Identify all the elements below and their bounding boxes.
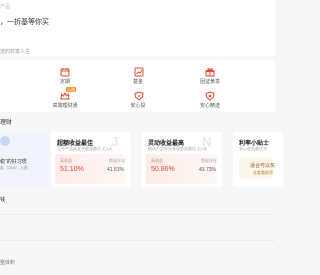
page-slogan: ，一折基等你买 (0, 19, 49, 26)
service-label[interactable]: 定期 (60, 78, 70, 85)
divider (0, 214, 275, 215)
left-value: 51.10% (60, 166, 84, 173)
crown-icon[interactable] (58, 91, 71, 101)
product-card-excess-return[interactable]: J 超额收益最佳 至今产品成长中收益最佳 近1天 高收益 51.10% 数据年化… (51, 132, 130, 187)
page-header: 产品 ，一折基等你买 选的财富人生 (0, 0, 275, 56)
card-subtitle: 精选产品年化表现收益最佳 近1年 (148, 146, 208, 151)
shield-icon[interactable] (132, 91, 145, 101)
breadcrumb: 产品 (0, 4, 11, 10)
right-value: 43.73% (199, 167, 216, 173)
card-subtitle: 安心收益最优秀 (239, 146, 267, 151)
left-value: 50.86% (151, 166, 175, 173)
card-line: 稳"的好习惯 (0, 159, 27, 165)
wealth-section-title: 理财 (0, 120, 13, 126)
right-label: 数据年化 (109, 158, 125, 163)
new-badge: 入选 (66, 87, 76, 92)
right-value: 41.51% (107, 167, 124, 173)
service-label[interactable]: 基金 (133, 78, 143, 85)
product-card-flexible-return[interactable]: N 灵动收益最高 精选产品年化表现收益最佳 近1年 高收益 50.86% 数据年… (142, 132, 222, 187)
lower-section-title: 钱 (0, 197, 6, 203)
heart-shield-icon[interactable] (203, 91, 216, 101)
product-card-tips[interactable]: 利率小贴士 安心收益最优秀 适合可以买 去看看推荐 (233, 132, 283, 187)
divider (0, 240, 275, 241)
card-subtitle: 至今产品成长中收益最佳 近1天 (57, 146, 113, 151)
service-label[interactable]: 固证黄享 (200, 78, 220, 85)
service-label[interactable]: 安心投 (130, 102, 145, 109)
gift-icon[interactable] (203, 67, 216, 77)
service-label[interactable]: 高端理财通 (52, 102, 77, 109)
service-label[interactable]: 安心精选 (200, 102, 220, 109)
tips-line: 适合可以买 (250, 163, 276, 169)
left-label: 高收益 (60, 158, 72, 163)
right-label: 数据年化 (201, 158, 217, 163)
card-line: 起（Q08）入图 (0, 165, 28, 170)
calendar-icon[interactable] (58, 67, 71, 77)
bottom-text: 整体积 (0, 260, 16, 266)
tips-line: 去看看推荐 (253, 170, 273, 175)
card-illustration-icon (0, 136, 10, 146)
product-card[interactable]: 稳"的好习惯 起（Q08）入图 (0, 132, 49, 187)
service-grid: 定期 基金 固证黄享 入选 高端理财通 安心投 安心精选 (0, 60, 275, 112)
section-title: 选的财富人生 (0, 49, 31, 55)
fund-icon[interactable] (132, 67, 145, 77)
left-label: 高收益 (151, 158, 163, 163)
